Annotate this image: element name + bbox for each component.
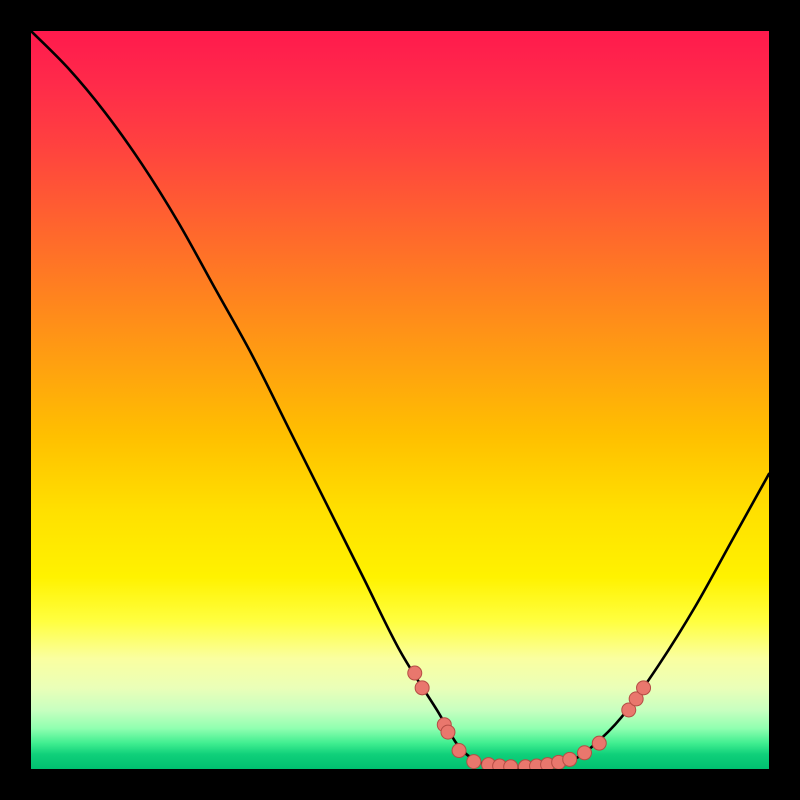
data-point [415, 681, 429, 695]
data-point [563, 752, 577, 766]
bottleneck-curve-chart [0, 0, 800, 800]
data-point [452, 744, 466, 758]
chart-container: TheBottleneck.com [0, 0, 800, 800]
data-point [592, 736, 606, 750]
data-point [578, 746, 592, 760]
data-point [637, 681, 651, 695]
data-point [408, 666, 422, 680]
gradient-background [31, 31, 769, 769]
data-point [441, 725, 455, 739]
data-point [467, 755, 481, 769]
